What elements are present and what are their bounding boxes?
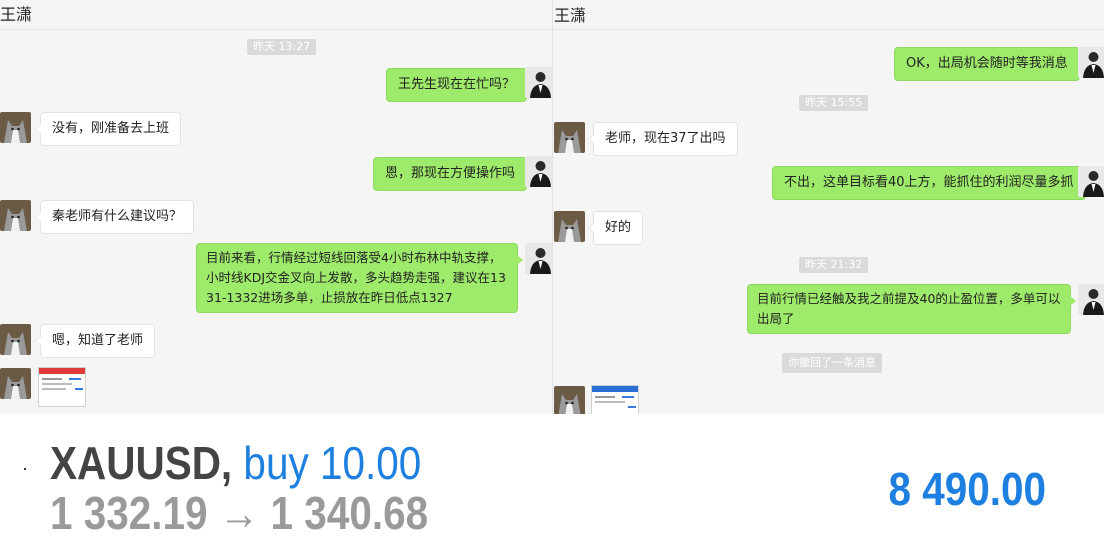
message-line: 目前来看，行情经过短线回落受4小时布林中轨支撑， [206, 250, 502, 265]
price-line: 1 332.19 → 1 340.68 [50, 486, 428, 540]
close-price: 1 340.68 [270, 487, 429, 539]
user-avatar[interactable] [1078, 47, 1104, 78]
contact-avatar[interactable] [0, 200, 31, 231]
chat-header: 王潇 [553, 0, 1104, 30]
contact-avatar[interactable] [554, 386, 585, 414]
trade-summary: XAUUSD, buy 10.00 1 332.19 → 1 340.68 8 … [0, 414, 1104, 554]
left-chat-panel: 王潇 昨天 13:27 王先生现在在忙吗？ 没有，刚准备去上班 恩，那现在方便操… [0, 0, 552, 414]
symbol-line: XAUUSD, buy 10.00 [50, 436, 421, 490]
bullet-dot [24, 468, 26, 470]
timestamp: 昨天 13:27 [247, 39, 317, 55]
contact-avatar[interactable] [0, 368, 31, 399]
image-attachment-thumbnail[interactable] [591, 385, 639, 414]
message-line: 出局了 [757, 311, 795, 326]
message-bubble-incoming[interactable]: 没有，刚准备去上班 [34, 112, 182, 146]
message-bubble-incoming[interactable]: 秦老师有什么建议吗？ [34, 200, 195, 234]
contact-avatar[interactable] [554, 122, 585, 153]
message-line: 31-1332进场多单，止损放在昨日低点1327 [206, 290, 453, 305]
chat-title: 王潇 [554, 6, 587, 25]
arrow-icon: → [218, 487, 260, 539]
user-avatar[interactable] [525, 67, 552, 98]
user-avatar[interactable] [1078, 284, 1104, 315]
message-line: 小时线KDJ交金叉向上发散，多头趋势走强，建议在13 [206, 270, 506, 285]
user-avatar[interactable] [1078, 166, 1104, 197]
contact-avatar[interactable] [0, 324, 31, 355]
chat-header: 王潇 [0, 0, 552, 30]
timestamp: 昨天 15:55 [799, 95, 869, 111]
user-avatar[interactable] [525, 243, 552, 274]
message-bubble-outgoing[interactable]: 恩，那现在方便操作吗 [373, 157, 533, 191]
contact-avatar[interactable] [0, 112, 31, 143]
message-bubble-incoming[interactable]: 老师，现在37了出吗 [588, 122, 738, 156]
message-bubble-outgoing[interactable]: 目前行情已经触及我之前提及40的止盈位置，多单可以 出局了 [747, 284, 1076, 334]
trade-action: buy 10.00 [243, 437, 422, 489]
message-bubble-incoming[interactable]: 嗯，知道了老师 [34, 324, 156, 358]
message-bubble-outgoing[interactable]: 不出，这单目标看40上方，能抓住的利润尽量多抓 [772, 166, 1091, 200]
symbol-text: XAUUSD, [50, 437, 233, 489]
message-bubble-outgoing[interactable]: 目前来看，行情经过短线回落受4小时布林中轨支撑， 小时线KDJ交金叉向上发散，多… [196, 243, 523, 313]
message-bubble-outgoing[interactable]: OK，出局机会随时等我消息 [894, 47, 1085, 81]
timestamp: 昨天 21:32 [799, 257, 869, 273]
open-price: 1 332.19 [50, 487, 208, 539]
image-attachment-thumbnail[interactable] [38, 367, 86, 407]
contact-avatar[interactable] [554, 211, 585, 242]
profit-value: 8 490.00 [888, 463, 1046, 515]
right-chat-panel: 王潇 OK，出局机会随时等我消息 昨天 15:55 老师，现在37了出吗 不出，… [552, 0, 1104, 414]
user-avatar[interactable] [525, 156, 552, 187]
message-bubble-outgoing[interactable]: 王先生现在在忙吗？ [386, 68, 533, 102]
message-line: 目前行情已经触及我之前提及40的止盈位置，多单可以 [757, 291, 1061, 306]
recall-notice: 你撤回了一条消息 [782, 353, 882, 373]
message-bubble-incoming[interactable]: 好的 [587, 211, 644, 245]
screenshot-root: 王潇 昨天 13:27 王先生现在在忙吗？ 没有，刚准备去上班 恩，那现在方便操… [0, 0, 1104, 554]
chat-title: 王潇 [0, 5, 33, 24]
